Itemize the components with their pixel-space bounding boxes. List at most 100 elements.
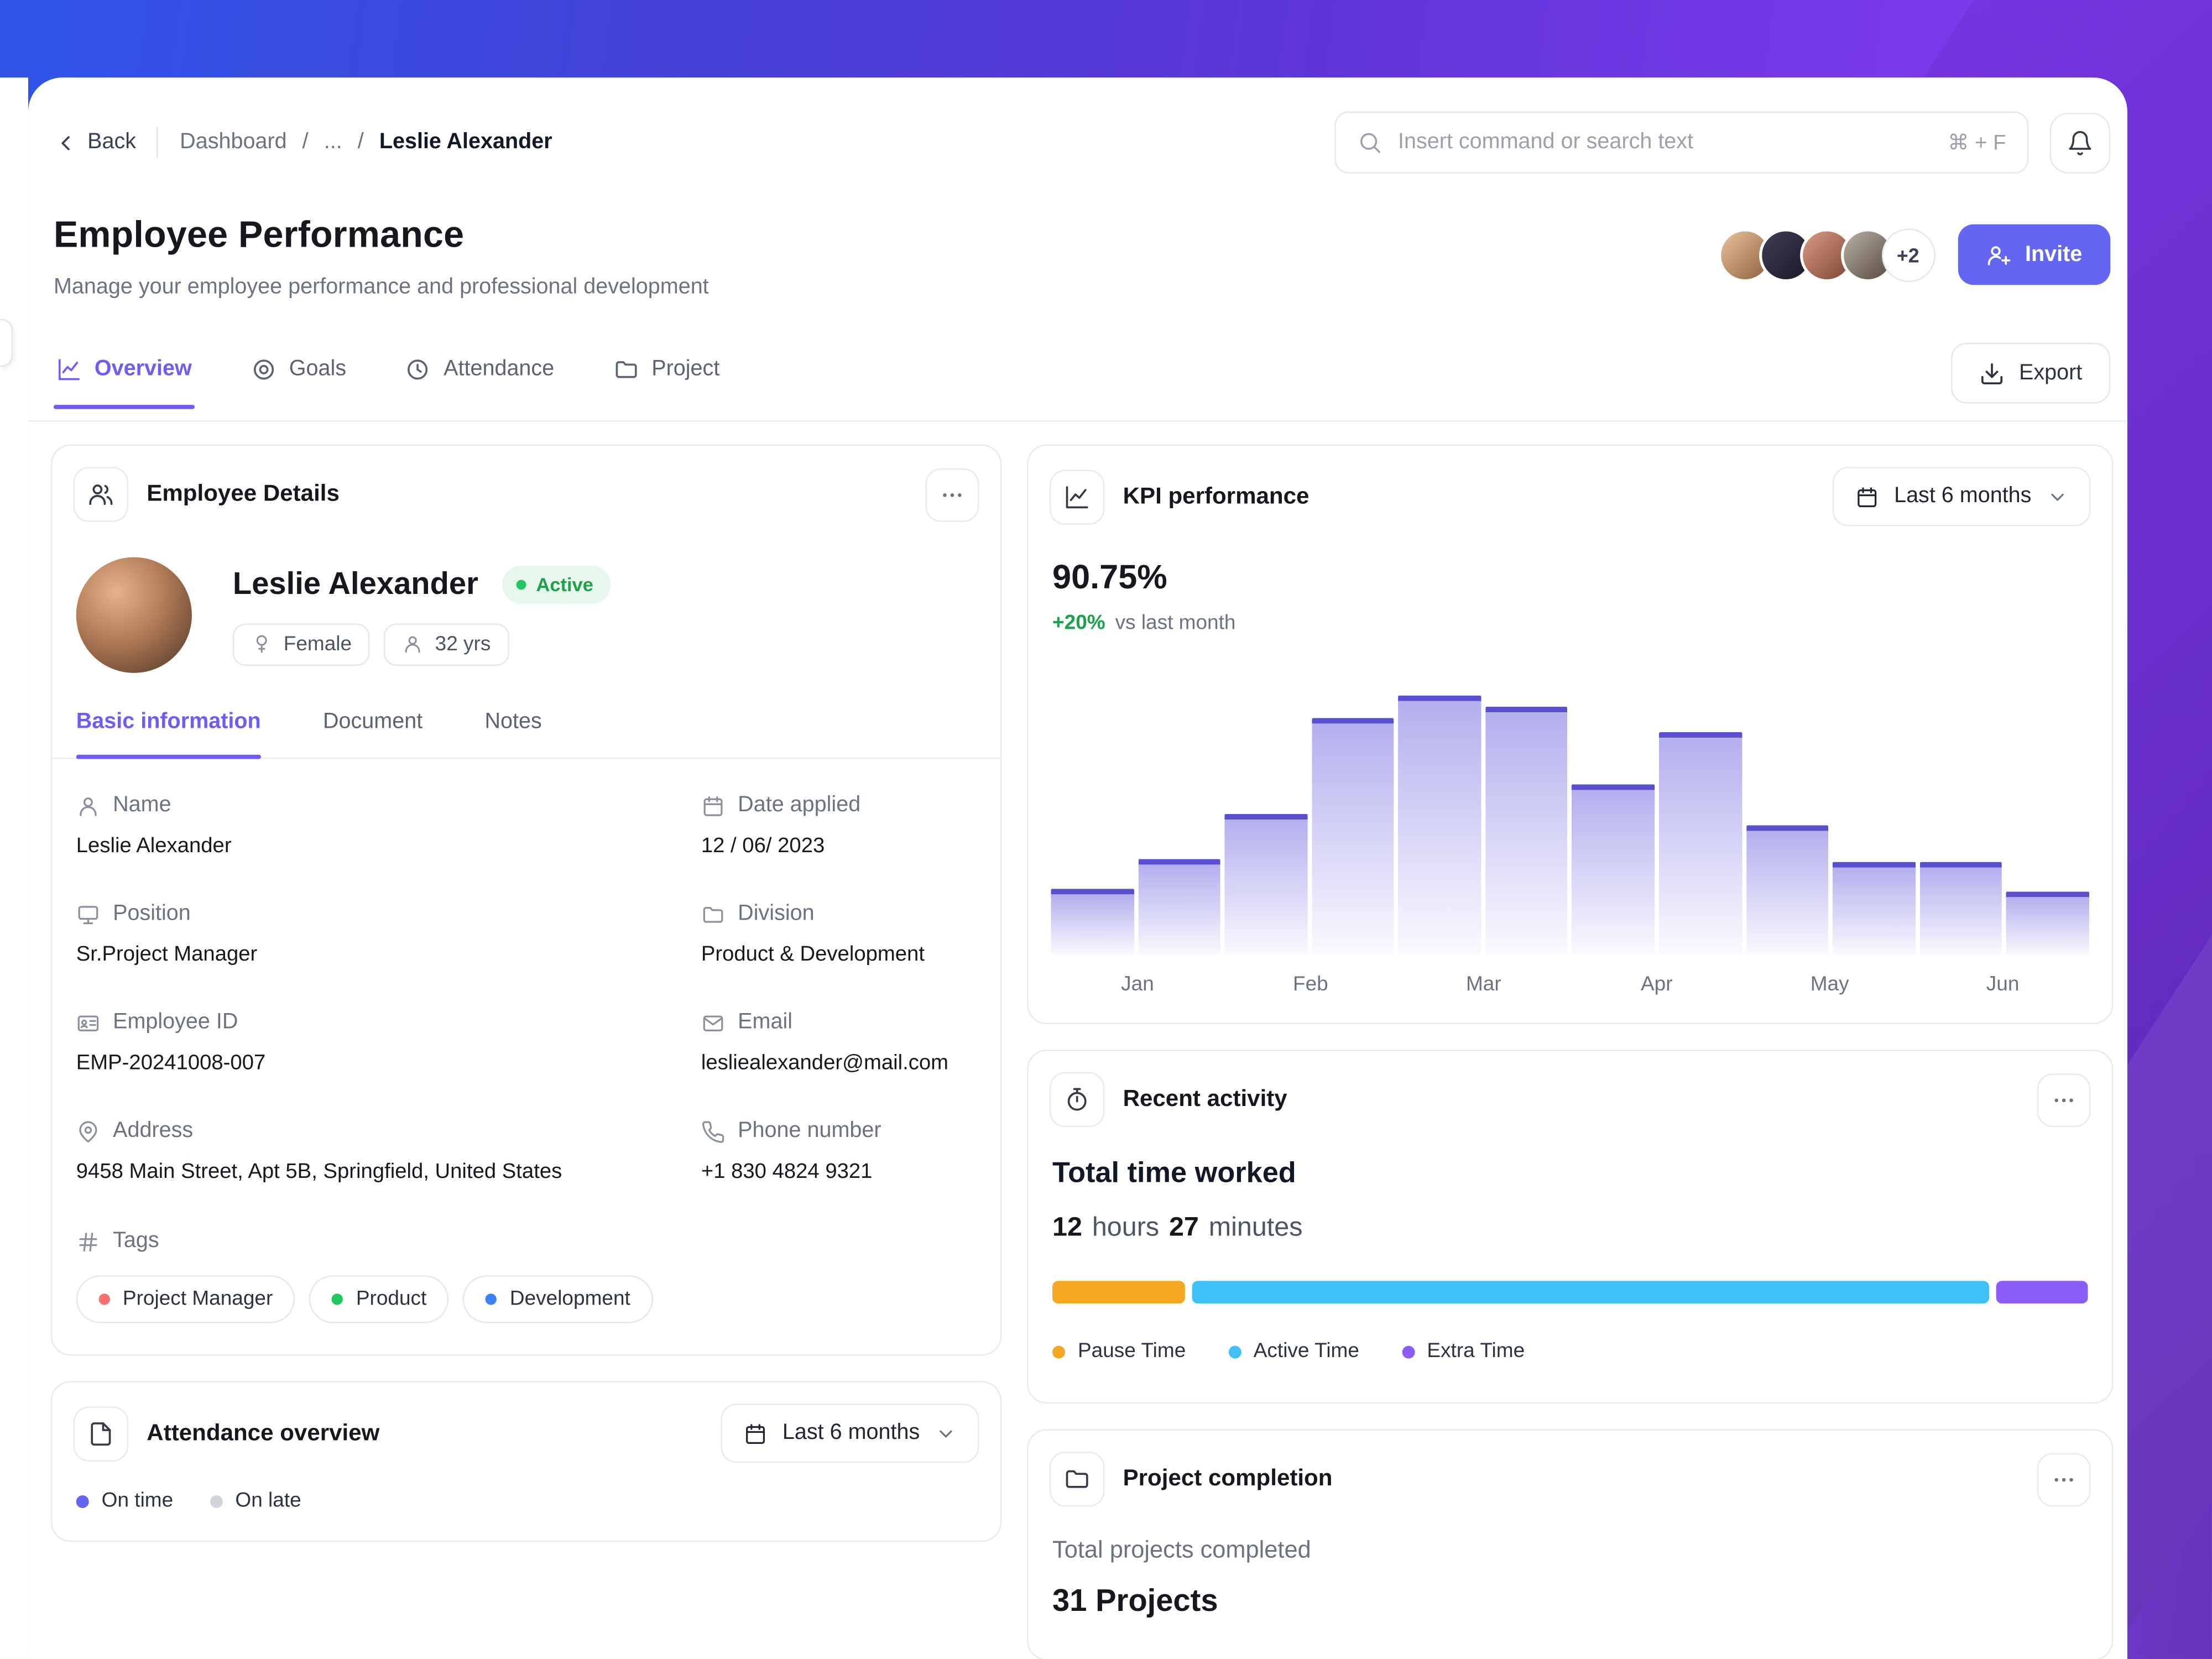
viewport: Back Dashboard / ... / Leslie Alexander	[0, 0, 2212, 1659]
tab-document[interactable]: Document	[323, 709, 422, 758]
tag-pills: Project Manager Product Development	[76, 1275, 977, 1323]
tab-label: Overview	[95, 356, 192, 382]
time-progress	[1052, 1281, 2088, 1303]
breadcrumb-current: Leslie Alexander	[379, 130, 552, 155]
folder-icon	[1050, 1452, 1104, 1506]
field-label: Address	[113, 1119, 193, 1144]
card-title: Recent activity	[1123, 1086, 1287, 1113]
attendance-overview-card: Attendance overview Last 6 months	[51, 1381, 1001, 1542]
calendar-icon	[701, 794, 725, 817]
kpi-bar	[1051, 889, 1133, 955]
field-date-applied: Date applied 12 / 06/ 2023	[701, 793, 976, 858]
attendance-range-select[interactable]: Last 6 months	[721, 1404, 979, 1463]
card-header: Attendance overview Last 6 months	[52, 1383, 1000, 1484]
left-gutter	[0, 77, 28, 1659]
ellipsis-icon	[940, 482, 965, 507]
avatar-overflow-chip[interactable]: +2	[1881, 228, 1935, 281]
more-options-button[interactable]	[925, 468, 979, 521]
export-button[interactable]: Export	[1952, 343, 2111, 404]
tag-dot	[486, 1293, 497, 1305]
kpi-delta: +20%	[1052, 612, 1105, 635]
more-options-button[interactable]	[2037, 1452, 2091, 1506]
breadcrumb-dashboard[interactable]: Dashboard	[180, 130, 286, 155]
calendar-icon	[1855, 484, 1879, 508]
kpi-bar	[1659, 732, 1741, 955]
field-address: Address 9458 Main Street, Apt 5B, Spring…	[76, 1119, 679, 1183]
title-actions: +2 Invite	[1718, 225, 2110, 285]
left-column: Employee Details	[51, 445, 1001, 1542]
activity-body: Total time worked 12 hours 27 minutes Pa…	[1029, 1149, 2112, 1402]
kpi-delta-note: vs last month	[1115, 612, 1236, 635]
search-shortcut: ⌘ + F	[1948, 130, 2006, 155]
invite-label: Invite	[2025, 242, 2082, 267]
kpi-bar	[2006, 891, 2089, 955]
notifications-button[interactable]	[2050, 112, 2111, 173]
page-subtitle: Manage your employee performance and pro…	[54, 275, 709, 300]
tag-label: Product	[356, 1288, 427, 1311]
card-title: KPI performance	[1123, 483, 1310, 510]
breadcrumb-separator: /	[358, 130, 364, 155]
chevron-down-icon	[2047, 486, 2068, 507]
users-icon	[74, 467, 128, 521]
kpi-month-label: Jun	[1916, 973, 2089, 996]
field-label: Phone number	[738, 1119, 881, 1144]
invite-button[interactable]: Invite	[1958, 225, 2111, 285]
tag-label: Development	[510, 1288, 630, 1311]
tab-basic-information[interactable]: Basic information	[76, 709, 261, 758]
search-input[interactable]	[1398, 130, 1932, 155]
app-window: Back Dashboard / ... / Leslie Alexander	[0, 0, 2212, 1659]
kpi-bar	[1572, 785, 1655, 956]
activity-legend: Pause Time Active Time Extra Time	[1052, 1340, 2088, 1363]
legend-dot	[210, 1495, 223, 1507]
card-header: Recent activity	[1029, 1051, 2112, 1148]
stopwatch-icon	[1050, 1072, 1104, 1127]
tab-notes[interactable]: Notes	[484, 709, 541, 758]
field-label: Name	[113, 793, 171, 818]
card-header: KPI performance Last 6 months	[1029, 446, 2112, 547]
more-options-button[interactable]	[2037, 1073, 2091, 1126]
field-label: Division	[738, 901, 814, 927]
tag-label: Project Manager	[123, 1288, 273, 1311]
field-name: Name Leslie Alexander	[76, 793, 679, 858]
kpi-months: JanFebMarAprMayJun	[1051, 973, 2089, 1022]
id-card-icon	[76, 1011, 100, 1035]
main-page-card: Back Dashboard / ... / Leslie Alexander	[28, 77, 2127, 1659]
person-icon	[403, 633, 424, 654]
search-bar: ⌘ + F	[1334, 112, 2028, 174]
legend-on-late: On late	[210, 1490, 301, 1512]
age-label: 32 yrs	[435, 633, 491, 655]
breadcrumb-collapsed[interactable]: ...	[324, 130, 342, 155]
status-label: Active	[536, 573, 593, 594]
sidebar-peek-handle[interactable]	[0, 319, 13, 367]
top-bar-left: Back Dashboard / ... / Leslie Alexander	[54, 127, 552, 158]
legend-label: Active Time	[1254, 1340, 1359, 1363]
project-completion-card: Project completion Total projects comple…	[1027, 1429, 2113, 1659]
kpi-bar	[1138, 859, 1220, 955]
search-icon	[1357, 130, 1383, 155]
legend-label: Extra Time	[1427, 1340, 1525, 1363]
tab-project[interactable]: Project	[611, 356, 722, 407]
field-value: Leslie Alexander	[76, 834, 679, 858]
map-pin-icon	[76, 1119, 100, 1143]
back-button[interactable]: Back	[54, 130, 136, 155]
tab-attendance[interactable]: Attendance	[403, 356, 557, 407]
project-body: Total projects completed 31 Projects	[1029, 1528, 2112, 1659]
minutes-unit: minutes	[1209, 1213, 1303, 1244]
legend-dot	[1228, 1345, 1241, 1358]
tab-goals[interactable]: Goals	[248, 356, 349, 407]
right-column: KPI performance Last 6 months	[1027, 445, 2113, 1659]
breadcrumb: Dashboard / ... / Leslie Alexander	[180, 130, 552, 155]
tab-label: Attendance	[444, 356, 554, 382]
person-icon	[76, 794, 100, 817]
tag-dot	[332, 1293, 343, 1305]
top-bar-right: ⌘ + F	[1334, 112, 2110, 174]
page-title: Employee Performance	[54, 213, 709, 257]
kpi-month-label: Mar	[1397, 973, 1570, 996]
kpi-bar	[1919, 863, 2002, 955]
tag-dot	[99, 1293, 110, 1305]
tab-overview[interactable]: Overview	[54, 356, 195, 407]
field-email: Email lesliealexander@mail.com	[701, 1010, 976, 1075]
field-label: Employee ID	[113, 1010, 238, 1036]
kpi-range-select[interactable]: Last 6 months	[1832, 467, 2091, 526]
download-icon	[1980, 361, 2005, 386]
